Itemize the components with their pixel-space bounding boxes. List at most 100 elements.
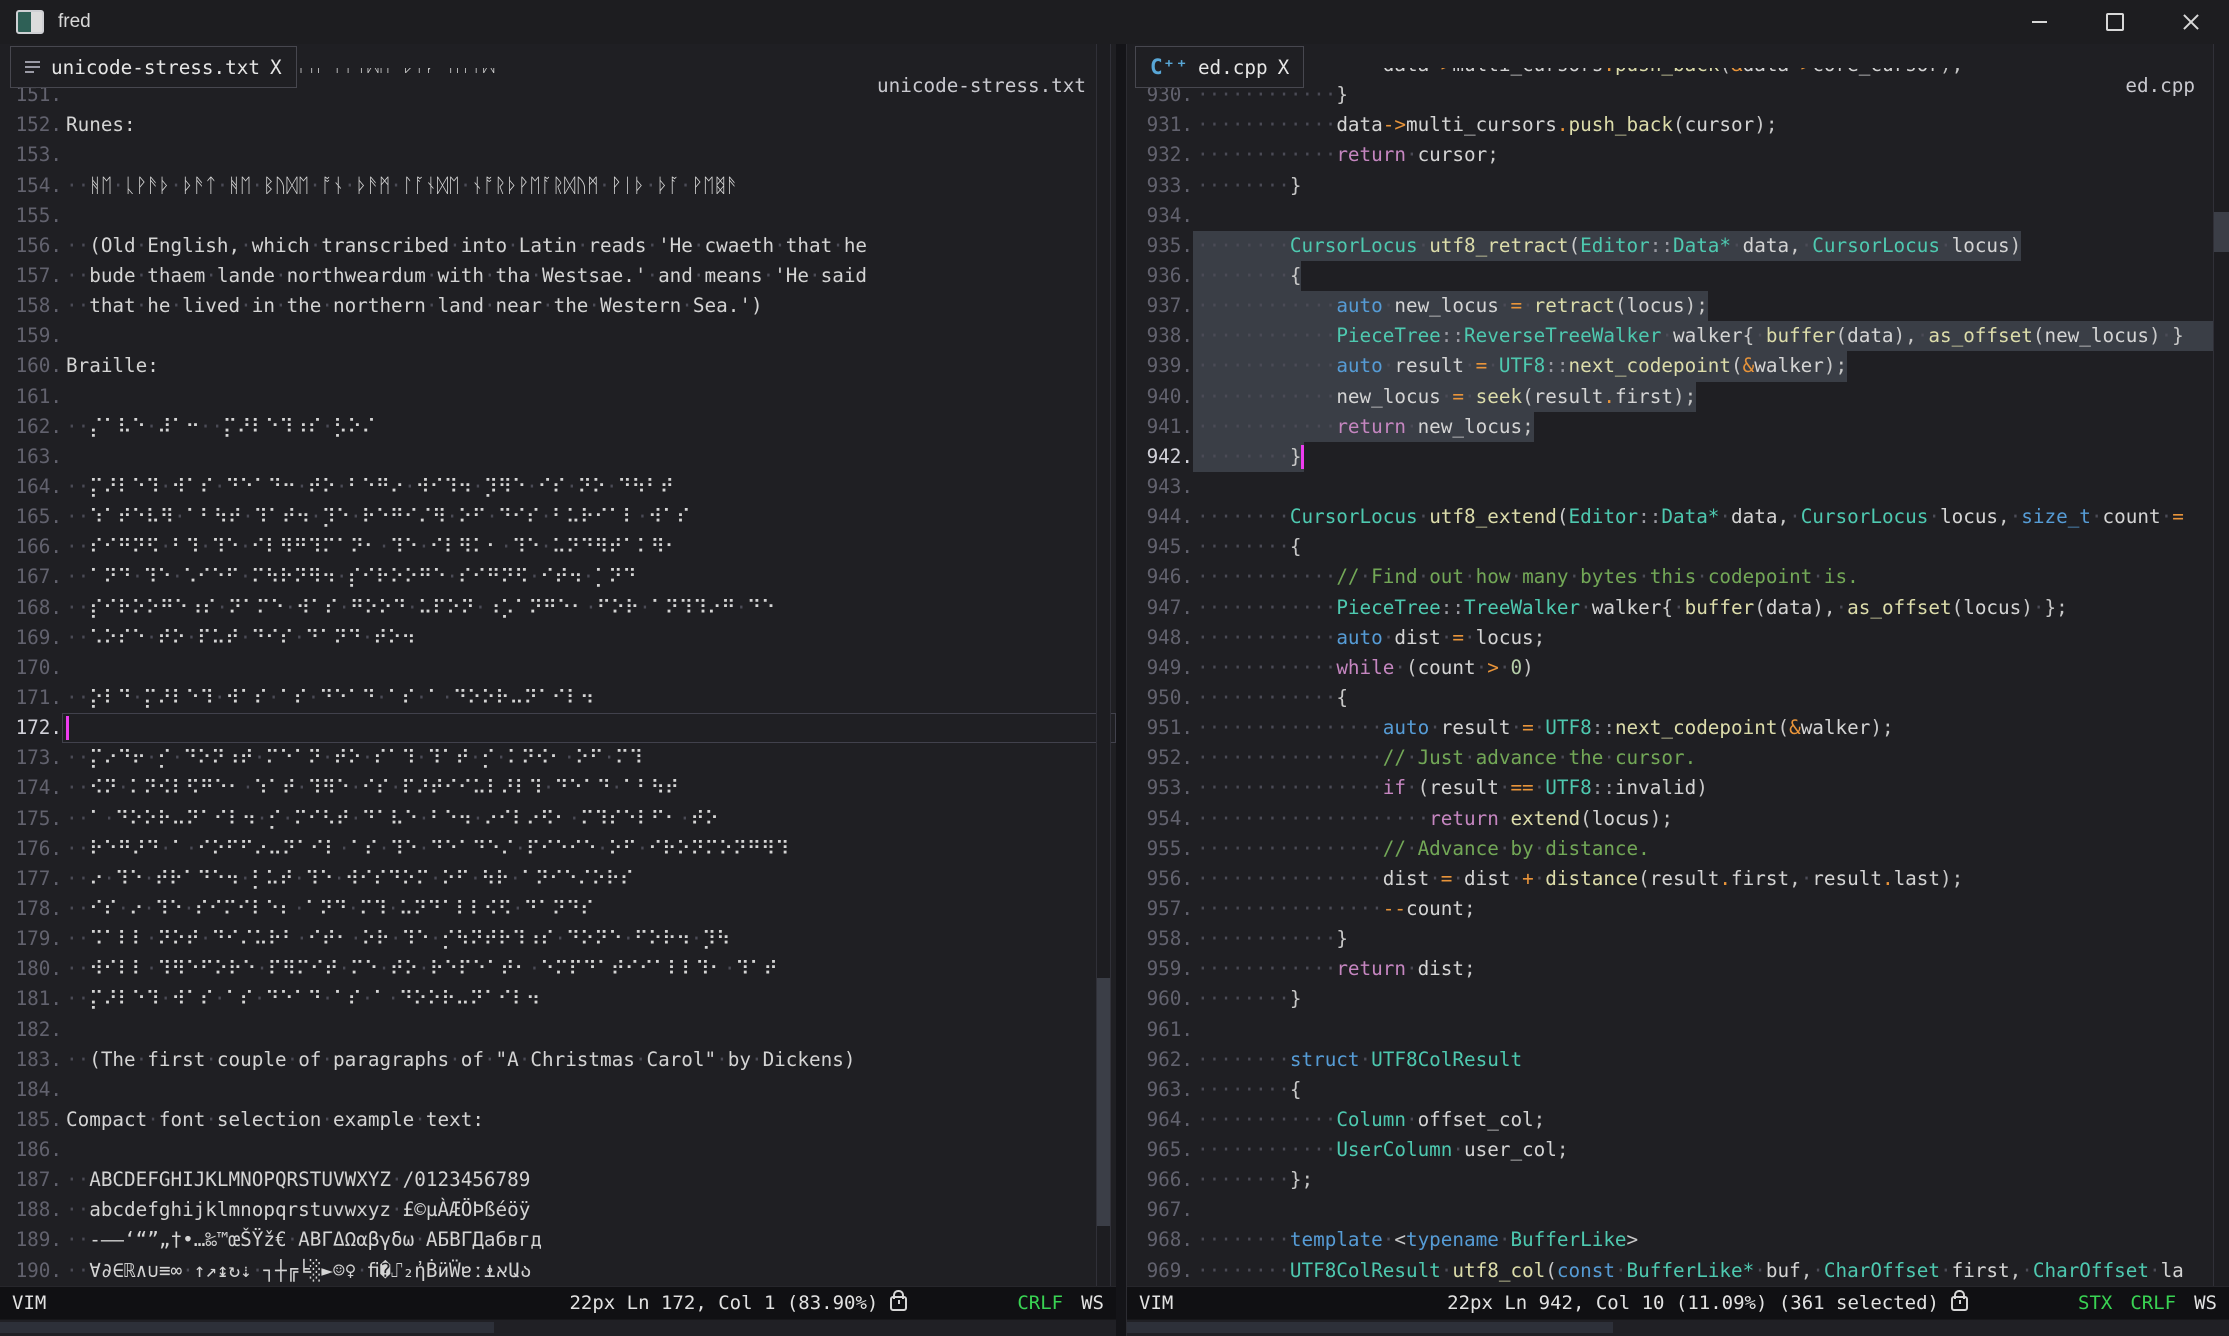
line-number: 937.: [1127, 291, 1193, 321]
line-content: ··⡍⠜⠇⠑⠹·⠺⠁⠎·⠙⠑⠁⠙⠒·⠞⠕·⠃⠑⠛⠔·⠺⠊⠹⠲·⡹⠻⠑·⠊⠎·⠝⠕…: [62, 472, 674, 502]
tab-label: ed.cpp: [1198, 56, 1268, 79]
line-content: ··⠪⠝·⠅⠝⠪⠇⠫⠛⠑⠂·⠱⠁⠞·⠹⠻⠑·⠊⠎·⠏⠜⠞⠊⠊⠥⠇⠜⠇⠹·⠙⠑⠁⠙…: [62, 773, 679, 803]
code-line: 158.··that·he·lived·in·the·northern·land…: [0, 291, 1116, 321]
line-content: ··⡌⠁⠧⠑·⠼⠁⠒··⡍⠜⠇⠑⠹⠰⠎·⡣⠕⠌: [62, 412, 376, 442]
scrollbar-thumb[interactable]: [1127, 1322, 1613, 1333]
line-number: 958.: [1127, 924, 1193, 954]
line-number: 954.: [1127, 804, 1193, 834]
line-content: ··⡕⠇⠙·⡍⠜⠇⠑⠹·⠺⠁⠎·⠁⠎·⠙⠑⠁⠙·⠁⠎·⠁·⠙⠕⠕⠗⠤⠝⠁⠊⠇⠲: [62, 683, 594, 713]
app-window: fred 150.··ᚦᚫᛏ·ᚹᛖᚪᚱᚦ·ᚢᛚᚠ·ᚩᚾ·ᚦᚫᛗ·ᛚᚪᚾᛞᛖ·ᛒᛁ…: [0, 0, 2229, 1336]
lock-icon[interactable]: [890, 1296, 907, 1311]
code-line: 962.········struct·UTF8ColResult: [1127, 1045, 2229, 1075]
line-content: Runes:: [62, 110, 136, 140]
line-number: 163.: [0, 442, 62, 472]
scrollbar-thumb[interactable]: [1097, 978, 1110, 1226]
scrollbar-thumb[interactable]: [2214, 212, 2229, 252]
lock-icon[interactable]: [1951, 1296, 1968, 1311]
vertical-scrollbar-right[interactable]: [2213, 44, 2229, 1286]
line-number: 943.: [1127, 472, 1193, 502]
line-content: ··⡍⠜⠇⠑⠹·⠺⠁⠎·⠁⠎·⠙⠑⠁⠙·⠁⠎·⠁·⠙⠕⠕⠗⠤⠝⠁⠊⠇⠲: [62, 984, 540, 1014]
code-line: 155.: [0, 201, 1116, 231]
line-content: ················//·Advance·by·distance.: [1193, 834, 1650, 864]
tab-close-icon[interactable]: X: [1278, 56, 1290, 79]
line-content: ············PieceTree::TreeWalker·walker…: [1193, 593, 2068, 623]
line-content: ················--count;: [1193, 894, 1476, 924]
tab-ed-cpp[interactable]: C⁺⁺ ed.cpp X: [1135, 46, 1304, 88]
line-number: 960.: [1127, 984, 1193, 1014]
vertical-scrollbar-left[interactable]: [1096, 44, 1111, 1286]
line-content: ················if·(result·==·UTF8::inva…: [1193, 773, 1708, 803]
tab-label: unicode-stress.txt: [51, 56, 260, 79]
line-number: 948.: [1127, 623, 1193, 653]
line-content: ············auto·dist·=·locus;: [1193, 623, 1545, 653]
code-line: 957.················--count;: [1127, 894, 2229, 924]
code-line: 170.: [0, 653, 1116, 683]
maximize-button[interactable]: [2077, 0, 2153, 44]
code-line: 173.··⡍⠔⠙⠖·⡊·⠙⠕⠝⠰⠞·⠍⠑⠁⠝·⠞⠕·⠎⠁⠹·⠹⠁⠞·⡊·⠅⠝⠪…: [0, 743, 1116, 773]
code-line: 183.··(The·first·couple·of·paragraphs·of…: [0, 1045, 1116, 1075]
code-line: 947.············PieceTree::TreeWalker·wa…: [1127, 593, 2229, 623]
line-number: 953.: [1127, 773, 1193, 803]
code-line: 167.··⠁⠝⠙·⠹⠑·⠡⠊⠑⠋·⠍⠳⠗⠝⠻⠲·⡎⠊⠗⠕⠕⠛⠑·⠎⠊⠛⠝⠫·⠊…: [0, 562, 1116, 592]
status-bar-right: VIM 22px Ln 942, Col 10 (11.09%) (361 se…: [1127, 1286, 2229, 1319]
line-number: 153.: [0, 140, 62, 170]
code-line: 967.: [1127, 1195, 2229, 1225]
code-line: 945.········{: [1127, 532, 2229, 562]
tab-unicode-stress[interactable]: unicode-stress.txt X: [10, 46, 297, 88]
code-line: 950.············{: [1127, 683, 2229, 713]
code-line: 960.········}: [1127, 984, 2229, 1014]
line-content: ········UTF8ColResult·utf8_col(const·Buf…: [1193, 1256, 2184, 1286]
line-content: ············UserColumn·user_col;: [1193, 1135, 1569, 1165]
horizontal-scrollbar-right[interactable]: [1127, 1319, 2229, 1336]
code-line: 189.··‐–—‘“”„†•…‰™œŠŸž€·ΑΒΓΔΩαβγδω·АБВГД…: [0, 1225, 1116, 1255]
line-content: ··⠺⠊⠇⠇·⠹⠻⠑⠋⠕⠗⠑·⠏⠻⠍⠊⠞·⠍⠑·⠞⠕·⠗⠑⠏⠑⠁⠞⠂·⠑⠍⠏⠙⠁…: [62, 954, 778, 984]
code-line: 942.········}: [1127, 442, 2229, 472]
title-bar: fred: [0, 0, 2229, 44]
cursor-position: 22px Ln 172, Col 1 (83.90%): [569, 1292, 878, 1314]
line-number: 180.: [0, 954, 62, 984]
line-content: ··ABCDEFGHIJKLMNOPQRSTUVWXYZ·/0123456789: [62, 1165, 530, 1195]
code-lines-right: 929.················data->multi_cursors.…: [1127, 50, 2229, 1286]
horizontal-scrollbar-left[interactable]: [0, 1319, 1116, 1336]
line-content: ····················return·extend(locus)…: [1193, 804, 1673, 834]
line-content: ··⠊⠎·⠔·⠹⠑·⠎⠊⠍⠊⠇⠑⠆·⠁⠝⠙·⠍⠹·⠥⠝⠙⠁⠇⠇⠪⠫·⠙⠁⠝⠙⠎: [62, 894, 594, 924]
code-line: 166.··⠎⠊⠛⠝⠫·⠃⠹·⠹⠑·⠊⠇⠻⠛⠹⠍⠁⠝⠂·⠹⠑·⠊⠇⠻⠅⠂·⠹⠑·…: [0, 532, 1116, 562]
close-button[interactable]: [2153, 0, 2229, 44]
code-line: 159.: [0, 321, 1116, 351]
line-number: 950.: [1127, 683, 1193, 713]
mode-indicator: VIM: [1139, 1292, 1173, 1314]
scrollbar-thumb[interactable]: [0, 1322, 494, 1333]
code-line: 939.············auto·result·=·UTF8::next…: [1127, 351, 2229, 381]
code-line: 187.··ABCDEFGHIJKLMNOPQRSTUVWXYZ·/012345…: [0, 1165, 1116, 1195]
line-number: 941.: [1127, 412, 1193, 442]
line-content: ············return·dist;: [1193, 954, 1476, 984]
tab-close-icon[interactable]: X: [270, 56, 282, 79]
code-line: 963.········{: [1127, 1075, 2229, 1105]
line-number: 167.: [0, 562, 62, 592]
pane-divider[interactable]: [1116, 44, 1127, 1336]
line-number: 933.: [1127, 171, 1193, 201]
line-number: 935.: [1127, 231, 1193, 261]
line-content: ········CursorLocus·utf8_retract(Editor:…: [1193, 231, 2021, 261]
line-number: 178.: [0, 894, 62, 924]
text-file-icon: [25, 61, 41, 73]
line-content: ··⠔·⠹⠑·⠞⠗⠁⠙⠑⠲·⡃⠥⠞·⠹⠑·⠺⠊⠎⠙⠕⠍·⠕⠋·⠳⠗·⠁⠝⠊⠑⠌⠕…: [62, 864, 634, 894]
code-line: 156.··(Old·English,·which·transcribed·in…: [0, 231, 1116, 261]
line-content: [62, 1135, 66, 1165]
line-content: ············return·new_locus;: [1193, 412, 1534, 442]
line-content: ········};: [1193, 1165, 1313, 1195]
editor-left[interactable]: 150.··ᚦᚫᛏ·ᚹᛖᚪᚱᚦ·ᚢᛚᚠ·ᚩᚾ·ᚦᚫᛗ·ᛚᚪᚾᛞᛖ·ᛒᛁᚦ·ᛗᛁᛚ…: [0, 44, 1116, 1286]
window-title: fred: [58, 11, 91, 33]
line-number: 184.: [0, 1075, 62, 1105]
maximize-icon: [2106, 13, 2124, 31]
minimize-button[interactable]: [2001, 0, 2077, 44]
code-line: 162.··⡌⠁⠧⠑·⠼⠁⠒··⡍⠜⠇⠑⠹⠰⠎·⡣⠕⠌: [0, 412, 1116, 442]
editor-right[interactable]: 929.················data->multi_cursors.…: [1127, 44, 2229, 1286]
line-number: 966.: [1127, 1165, 1193, 1195]
line-content: ················//·Just·advance·the·curs…: [1193, 743, 1696, 773]
line-content: Braille:: [62, 351, 159, 381]
line-content: ········}: [1193, 984, 1301, 1014]
line-number: 174.: [0, 773, 62, 803]
code-line: 171.··⡕⠇⠙·⡍⠜⠇⠑⠹·⠺⠁⠎·⠁⠎·⠙⠑⠁⠙·⠁⠎·⠁·⠙⠕⠕⠗⠤⠝⠁…: [0, 683, 1116, 713]
line-content: ··⠱⠁⠞⠑⠧⠻·⠁⠃⠳⠞·⠹⠁⠞⠲·⡹⠑·⠗⠑⠛⠊⠌⠻·⠕⠋·⠙⠊⠎·⠃⠥⠗⠊…: [62, 502, 691, 532]
